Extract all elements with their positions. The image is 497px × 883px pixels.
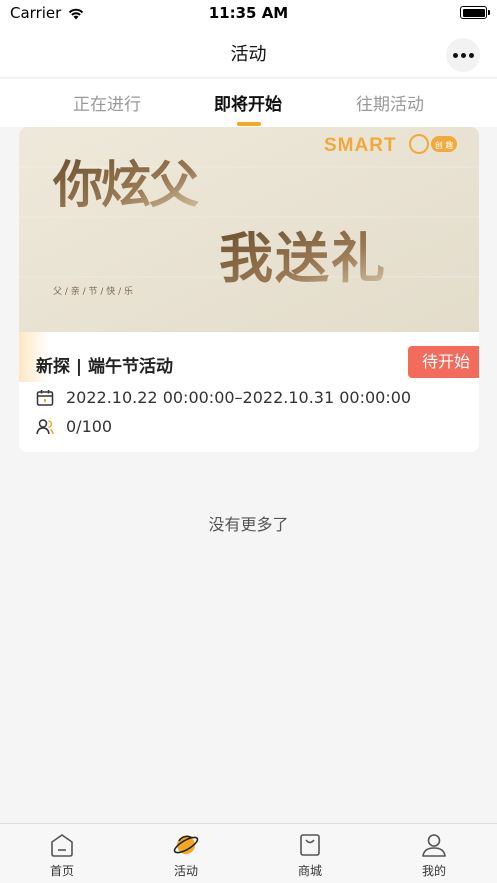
activity-title: 新探 | 端午节活动 [36,357,174,377]
activity-tabs: 正在进行 即将开始 往期活动 [0,79,497,127]
active-tab-indicator [237,122,261,126]
participants-icon [36,418,54,434]
activity-card[interactable]: SMART 创 趣 你炫父 我送礼 父 / 亲 / 节 / 快 / 乐 新探 |… [19,127,479,452]
dot-icon [460,52,466,58]
page-title: 活动 [230,44,267,65]
dot-icon [468,52,474,58]
battery-icon [460,6,490,19]
activity-date-row: 2022.10.22 00:00:00–2022.10.31 00:00:00 [36,388,411,407]
tabbar-item-activity[interactable]: 活动 [146,832,226,879]
dot-icon [452,52,458,58]
tabbar-item-mall[interactable]: 商城 [270,832,350,879]
tabbar-label-mall: 商城 [297,864,322,878]
activity-participants-row: 0/100 [36,417,112,436]
list-end-text: 没有更多了 [208,515,289,534]
user-icon [422,834,446,857]
planet-icon [173,835,199,854]
tabbar-label-activity: 活动 [173,864,198,878]
banner-brand: SMART [324,135,397,156]
nav-bar: 活动 [0,28,497,78]
tabbar-label-me: 我的 [421,864,446,878]
banner-headline-2: 我送礼 [219,226,387,290]
activity-info: 新探 | 端午节活动 待开始 2022.10.22 00:00:00–2022.… [19,332,479,452]
banner-subtitle: 父 / 亲 / 节 / 快 / 乐 [53,285,133,297]
home-icon [51,834,73,857]
banner-headline-1: 你炫父 [52,155,199,214]
more-menu-button[interactable] [446,38,480,72]
status-badge: 待开始 [407,346,479,378]
tabbar-item-home[interactable]: 首页 [22,832,102,879]
tabbar-label-home: 首页 [49,864,74,878]
activity-participant-count: 0/100 [66,417,113,436]
tabbar-item-me[interactable]: 我的 [394,832,474,879]
banner-brand-badge: 创 趣 [435,140,454,150]
tab-ongoing[interactable]: 正在进行 [47,90,167,115]
activity-date-range: 2022.10.22 00:00:00–2022.10.31 00:00:00 [66,388,412,407]
calendar-icon [36,389,54,406]
status-bar: Carrier 11:35 AM [0,0,497,28]
tab-past[interactable]: 往期活动 [330,90,450,115]
shopping-bag-icon [300,834,320,856]
activity-banner: SMART 创 趣 你炫父 我送礼 父 / 亲 / 节 / 快 / 乐 [19,127,479,332]
clock: 11:35 AM [208,4,289,22]
bottom-tab-bar: 首页 活动 商城 我的 [0,823,497,883]
tab-upcoming[interactable]: 即将开始 [188,90,308,115]
